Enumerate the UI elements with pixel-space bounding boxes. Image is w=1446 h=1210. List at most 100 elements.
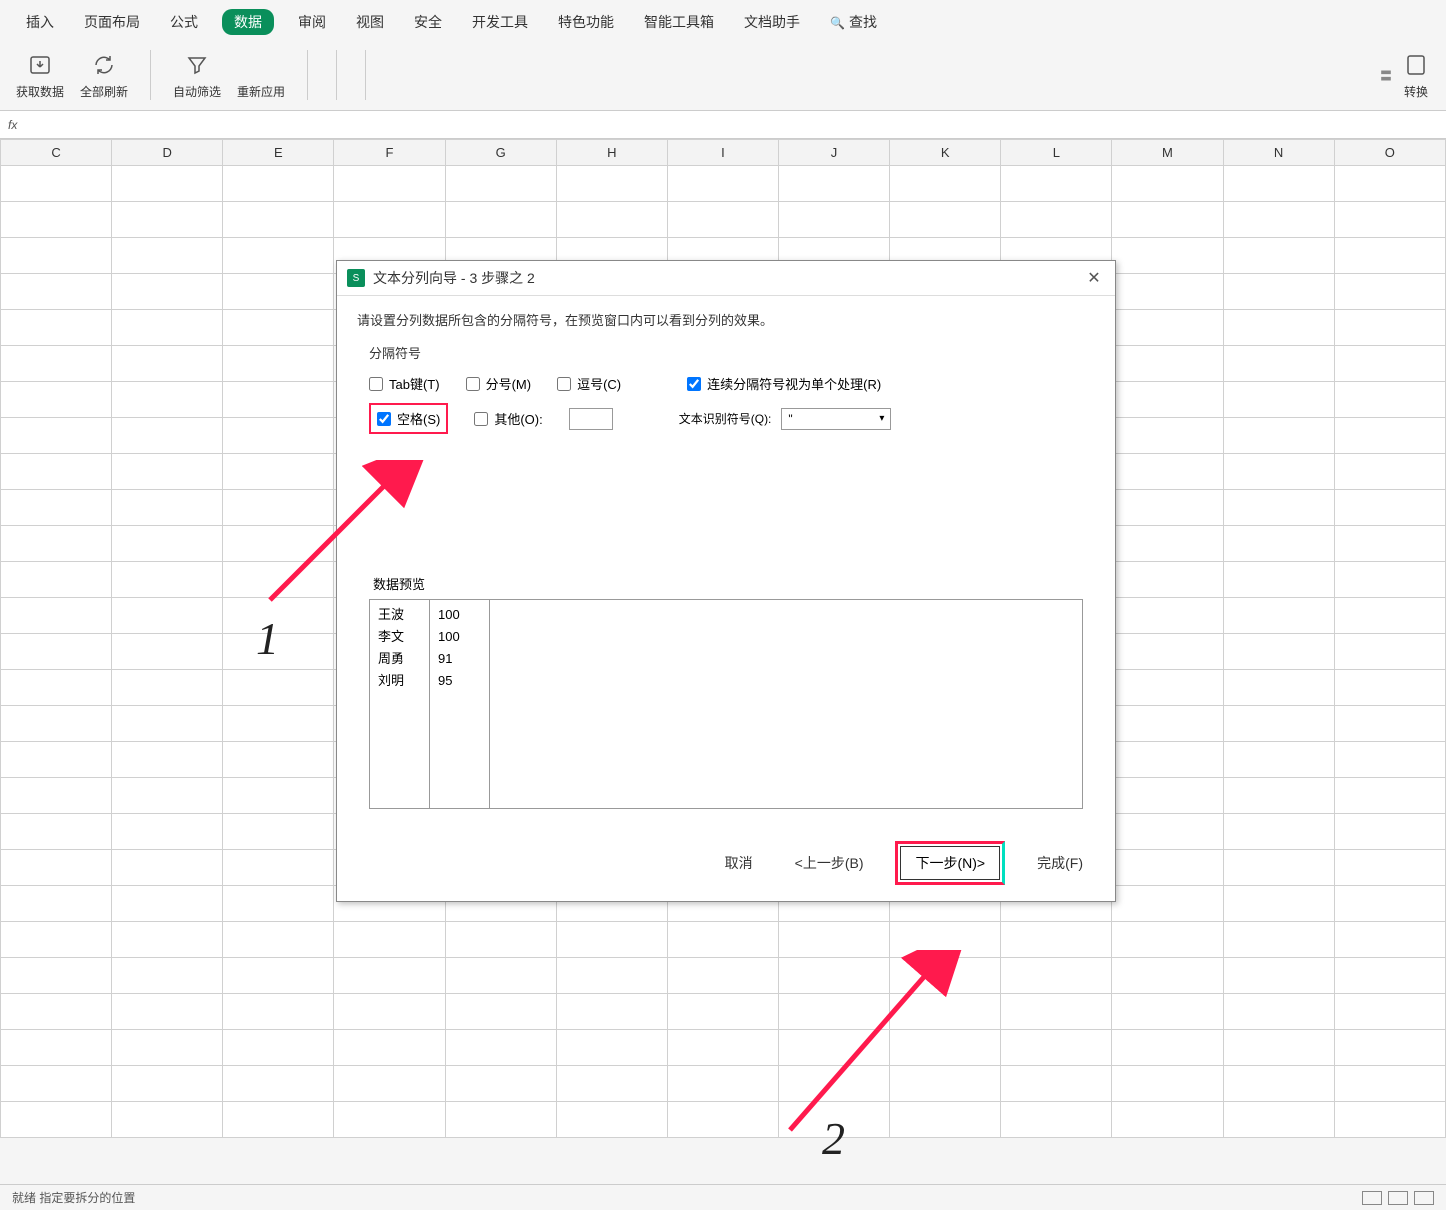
menu-search[interactable]: 查找 [824, 8, 883, 36]
menu-item-formula[interactable]: 公式 [164, 8, 204, 36]
menu-item-smart[interactable]: 智能工具箱 [638, 8, 720, 36]
col-header[interactable]: E [223, 140, 334, 166]
delimiter-semicolon-checkbox[interactable] [466, 377, 480, 391]
annotation-number-2: 2 [822, 1112, 845, 1165]
col-header[interactable]: L [1001, 140, 1112, 166]
menu-bar: 插入 页面布局 公式 数据 审阅 视图 安全 开发工具 特色功能 智能工具箱 文… [0, 0, 1446, 44]
search-icon [830, 14, 845, 30]
col-header[interactable]: C [1, 140, 112, 166]
tool-autofilter[interactable]: 自动筛选 [173, 51, 221, 100]
view-controls[interactable] [1362, 1191, 1434, 1205]
col-header[interactable]: J [778, 140, 889, 166]
delimiter-semicolon-label: 分号(M) [486, 374, 532, 393]
tool-reapply[interactable]: 重新应用 [237, 83, 285, 100]
delimiter-tab-checkbox[interactable] [369, 377, 383, 391]
col-header[interactable]: H [556, 140, 667, 166]
preview-cell: 91 [438, 648, 481, 670]
preview-col-2: 100 100 91 95 [430, 600, 490, 808]
formula-bar: fx [0, 111, 1446, 139]
import-icon [26, 51, 54, 79]
delimiter-other-checkbox[interactable] [474, 412, 488, 426]
back-button[interactable]: <上一步(B) [785, 847, 874, 879]
next-button[interactable]: 下一步(N)> [900, 846, 1000, 880]
tool-import-data[interactable]: 获取数据 [16, 51, 64, 100]
toolbar-separator-1 [150, 50, 151, 100]
delimiters-label: 分隔符号 [369, 343, 1095, 362]
preview-cell: 刘明 [378, 670, 421, 692]
formula-input[interactable] [25, 115, 1438, 135]
col-header[interactable]: N [1223, 140, 1334, 166]
col-header[interactable]: D [112, 140, 223, 166]
delimiter-semicolon[interactable]: 分号(M) [466, 374, 532, 393]
status-bar: 就绪 指定要拆分的位置 [0, 1184, 1446, 1210]
text-qualifier-value: " [788, 412, 792, 426]
menu-item-dochelper[interactable]: 文档助手 [738, 8, 806, 36]
delimiter-other[interactable]: 其他(O): [474, 409, 542, 428]
delimiter-other-label: 其他(O): [494, 409, 542, 428]
tool-import-label: 获取数据 [16, 83, 64, 100]
col-header[interactable]: I [667, 140, 778, 166]
convert-icon [1402, 51, 1430, 79]
delimiter-space-highlight: 空格(S) [369, 403, 448, 434]
delimiter-comma-checkbox[interactable] [557, 377, 571, 391]
dialog-close-button[interactable]: ✕ [1083, 267, 1105, 289]
toolbar-collapse-icon[interactable]: 〓 [1380, 67, 1392, 84]
delimiter-tab[interactable]: Tab键(T) [369, 374, 440, 393]
menu-item-review[interactable]: 审阅 [292, 8, 332, 36]
preview-col-empty [490, 600, 1082, 808]
toolbar-separator-2 [307, 50, 308, 100]
cancel-button[interactable]: 取消 [715, 847, 763, 879]
view-page-icon[interactable] [1388, 1191, 1408, 1205]
menu-search-label: 查找 [849, 12, 877, 32]
dialog-buttons: 取消 <上一步(B) 下一步(N)> 完成(F) [337, 827, 1115, 901]
tool-autofilter-label: 自动筛选 [173, 83, 221, 100]
filter-icon [183, 51, 211, 79]
preview-cell: 100 [438, 604, 481, 626]
col-header[interactable]: M [1112, 140, 1223, 166]
dialog-app-icon: S [347, 269, 365, 287]
toolbar-separator-3 [336, 50, 337, 100]
tool-convert[interactable]: 转换 [1402, 51, 1430, 100]
menu-item-data[interactable]: 数据 [222, 9, 274, 35]
dialog-titlebar[interactable]: S 文本分列向导 - 3 步骤之 2 ✕ [337, 261, 1115, 296]
tool-refresh-all[interactable]: 全部刷新 [80, 51, 128, 100]
menu-item-insert[interactable]: 插入 [20, 8, 60, 36]
preview-box: 王波 李文 周勇 刘明 100 100 91 95 [369, 599, 1083, 809]
consecutive-as-one[interactable]: 连续分隔符号视为单个处理(R) [687, 374, 881, 393]
delimiter-other-input[interactable] [569, 408, 613, 430]
fx-label[interactable]: fx [8, 118, 17, 132]
menu-item-security[interactable]: 安全 [408, 8, 448, 36]
delimiter-space[interactable]: 空格(S) [377, 409, 440, 428]
col-header[interactable]: G [445, 140, 556, 166]
delimiter-space-checkbox[interactable] [377, 412, 391, 426]
delimiter-space-label: 空格(S) [397, 409, 440, 428]
menu-item-dev[interactable]: 开发工具 [466, 8, 534, 36]
view-normal-icon[interactable] [1362, 1191, 1382, 1205]
dialog-instruction: 请设置分列数据所包含的分隔符号，在预览窗口内可以看到分列的效果。 [357, 310, 1095, 329]
preview-cell: 100 [438, 626, 481, 648]
menu-item-view[interactable]: 视图 [350, 8, 390, 36]
refresh-icon [90, 51, 118, 79]
menu-item-layout[interactable]: 页面布局 [78, 8, 146, 36]
delimiter-comma-label: 逗号(C) [577, 374, 621, 393]
preview-cell: 95 [438, 670, 481, 692]
finish-button[interactable]: 完成(F) [1027, 847, 1093, 879]
ribbon-toolbar: 获取数据 全部刷新 自动筛选 重新应用 〓 转换 [0, 44, 1446, 111]
col-header[interactable]: O [1334, 140, 1445, 166]
column-header-row: C D E F G H I J K L M N O [1, 140, 1446, 166]
preview-cell: 王波 [378, 604, 421, 626]
menu-item-features[interactable]: 特色功能 [552, 8, 620, 36]
text-qualifier-label: 文本识别符号(Q): [679, 410, 772, 427]
chevron-down-icon: ▾ [879, 413, 884, 424]
delimiter-comma[interactable]: 逗号(C) [557, 374, 621, 393]
consecutive-checkbox[interactable] [687, 377, 701, 391]
col-header[interactable]: F [334, 140, 445, 166]
col-header[interactable]: K [890, 140, 1001, 166]
view-break-icon[interactable] [1414, 1191, 1434, 1205]
consecutive-label: 连续分隔符号视为单个处理(R) [707, 374, 881, 393]
delimiter-tab-label: Tab键(T) [389, 374, 440, 393]
preview-cell: 李文 [378, 626, 421, 648]
text-qualifier-select[interactable]: " ▾ [781, 408, 891, 430]
next-button-highlight: 下一步(N)> [895, 841, 1005, 885]
preview-col-1: 王波 李文 周勇 刘明 [370, 600, 430, 808]
